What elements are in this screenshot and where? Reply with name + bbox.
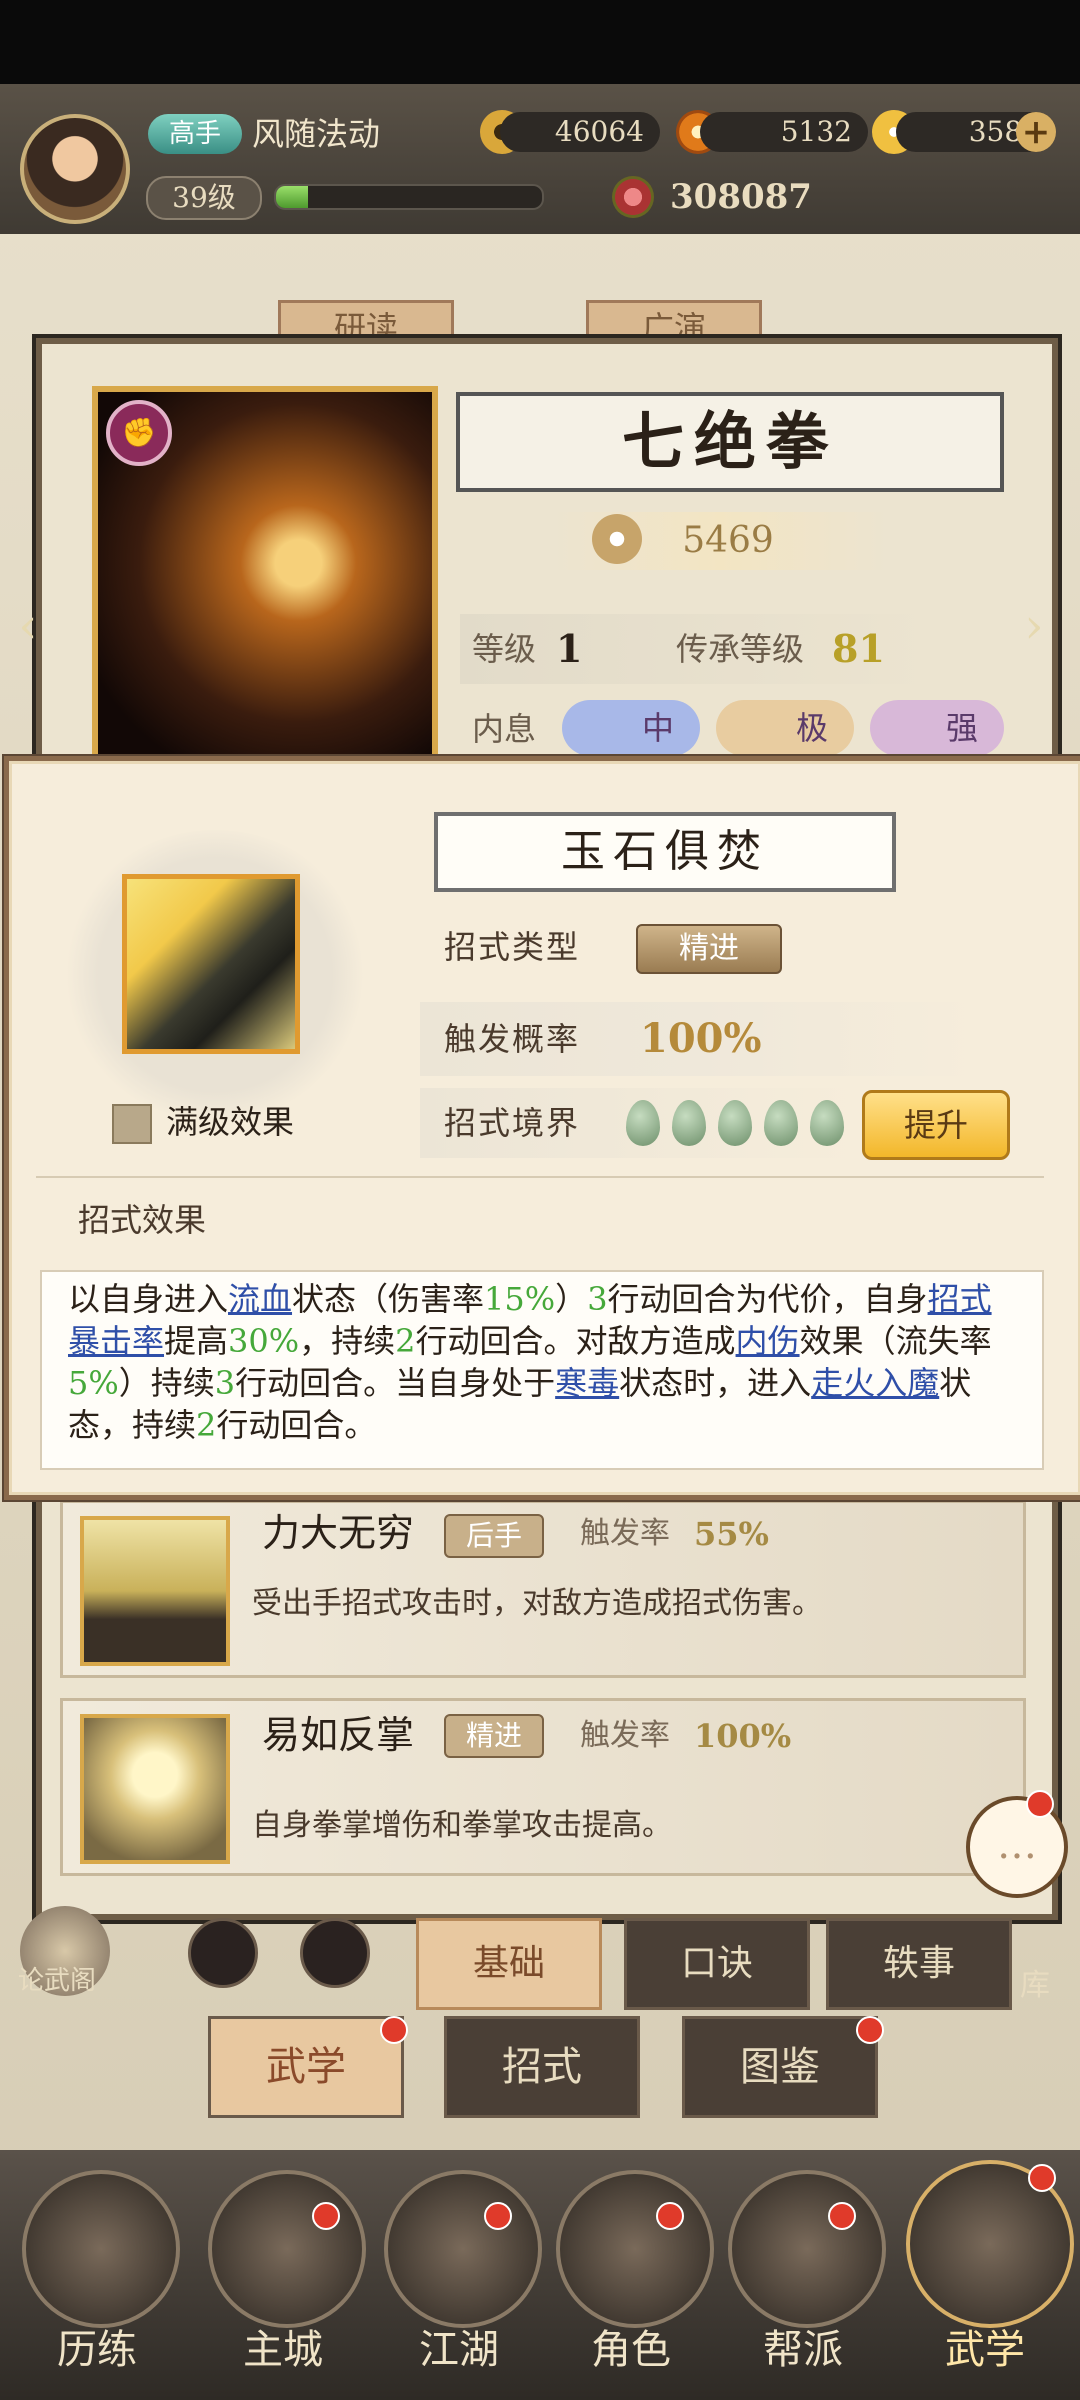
move-1-name: 力大无穷 xyxy=(262,1511,415,1555)
tab-martial-arts[interactable]: 武学 xyxy=(208,2016,404,2118)
chat-bubble-icon[interactable]: … xyxy=(966,1796,1068,1898)
skill-name: 玉石俱焚 xyxy=(434,812,896,892)
realm-drop-icon xyxy=(718,1100,752,1146)
slot-icon[interactable] xyxy=(188,1918,258,1988)
move-2-name: 易如反掌 xyxy=(262,1713,415,1757)
nav-training-label[interactable]: 历练 xyxy=(12,2322,182,2378)
nav-martial-arts-label[interactable]: 武学 xyxy=(900,2322,1070,2378)
move-2-rate: 100% xyxy=(694,1717,792,1755)
move-2-tag: 精进 xyxy=(444,1714,544,1758)
type-badge: 精进 xyxy=(636,924,782,974)
move-2-desc: 自身拳掌增伤和拳掌攻击提高。 xyxy=(252,1808,672,1843)
martial-art-name: 七绝拳 xyxy=(456,392,1004,492)
move-1-desc: 受出手招式攻击时，对敌方造成招式伤害。 xyxy=(252,1586,822,1621)
neixi-extreme-badge: 极 xyxy=(716,700,854,756)
skill-icon xyxy=(122,874,300,1054)
prev-arrow-icon[interactable]: ‹ xyxy=(8,596,48,656)
nav-guild-icon[interactable] xyxy=(728,2170,886,2328)
add-plus-icon[interactable]: + xyxy=(1016,112,1056,152)
rate-label: 触发概率 xyxy=(444,1020,581,1058)
keyword-link-internal-injury[interactable]: 内伤 xyxy=(736,1322,800,1360)
realm-drop-icon xyxy=(672,1100,706,1146)
tab-formula[interactable]: 口诀 xyxy=(624,1918,810,2010)
effect-text: 以自身进入流血状态（伤害率15%）3行动回合为代价，自身招式暴击率提高30%，持… xyxy=(68,1280,992,1444)
max-effect-checkbox[interactable] xyxy=(112,1104,152,1144)
type-label: 招式类型 xyxy=(444,928,581,966)
nav-city-icon[interactable] xyxy=(208,2170,366,2328)
tab-codex[interactable]: 图鉴 xyxy=(682,2016,878,2118)
notification-dot xyxy=(380,2016,408,2044)
gold-count: 5132 xyxy=(700,112,868,152)
notification-dot xyxy=(1028,2164,1056,2192)
notification-dot xyxy=(828,2202,856,2230)
tab-anecdote[interactable]: 轶事 xyxy=(826,1918,1012,2010)
library-label: 库 xyxy=(1020,1968,1050,2003)
xp-bar-fill xyxy=(276,186,308,208)
inherit-level-label: 传承等级 xyxy=(676,630,805,668)
notification-dot xyxy=(484,2202,512,2230)
neixi-strong-badge: 强 xyxy=(870,700,1004,756)
neixi-label: 内息 xyxy=(472,710,537,748)
avatar[interactable] xyxy=(20,114,130,224)
upgrade-button[interactable]: 提升 xyxy=(862,1090,1010,1160)
art-power-value: 5469 xyxy=(682,520,774,561)
realm-drop-icon xyxy=(626,1100,660,1146)
move-1-rate: 55% xyxy=(694,1515,769,1553)
max-effect-label[interactable]: 满级效果 xyxy=(166,1098,294,1146)
player-title: 风随法动 xyxy=(252,115,381,153)
keyword-link-bleed[interactable]: 流血 xyxy=(228,1280,292,1318)
tab-basic[interactable]: 基础 xyxy=(416,1918,602,2010)
nav-character-icon[interactable] xyxy=(556,2170,714,2328)
combat-power: 308087 xyxy=(670,177,812,217)
move-1-tag: 后手 xyxy=(444,1514,544,1558)
notification-dot xyxy=(856,2016,884,2044)
rank-badge: 高手 xyxy=(148,114,242,154)
move-1-rate-label: 触发率 xyxy=(580,1516,670,1551)
divider xyxy=(36,1176,1044,1178)
slot-icon[interactable] xyxy=(300,1918,370,1988)
chat-notification-dot xyxy=(1026,1790,1054,1818)
move-1-icon xyxy=(80,1516,230,1666)
move-2-rate-label: 触发率 xyxy=(580,1718,670,1753)
fist-type-icon: ✊ xyxy=(106,400,172,466)
realm-drop-icon xyxy=(764,1100,798,1146)
notification-dot xyxy=(656,2202,684,2230)
copper-count: 46064 xyxy=(500,112,660,152)
tab-moves[interactable]: 招式 xyxy=(444,2016,640,2118)
effect-header: 招式效果 xyxy=(78,1201,207,1239)
next-arrow-icon[interactable]: › xyxy=(1014,596,1054,656)
player-level: 39级 xyxy=(146,176,262,220)
nav-world-label[interactable]: 江湖 xyxy=(374,2322,544,2378)
realm-label: 招式境界 xyxy=(444,1104,581,1142)
inherit-level-value: 81 xyxy=(832,626,885,671)
nav-guild-label[interactable]: 帮派 xyxy=(718,2322,888,2378)
rate-value: 100% xyxy=(640,1015,762,1062)
power-icon xyxy=(612,176,654,218)
nav-training-icon[interactable] xyxy=(22,2170,180,2328)
move-2-icon xyxy=(80,1714,230,1864)
realm-drop-icon xyxy=(810,1100,844,1146)
nav-city-label[interactable]: 主城 xyxy=(198,2322,368,2378)
forum-label: 论武阁 xyxy=(18,1966,97,1996)
notification-dot xyxy=(312,2202,340,2230)
status-bar xyxy=(0,0,1080,84)
keyword-link-cold-poison[interactable]: 寒毒 xyxy=(555,1364,619,1402)
level-value: 1 xyxy=(556,626,583,671)
neixi-mid-badge: 中 xyxy=(562,700,700,756)
nav-character-label[interactable]: 角色 xyxy=(546,2322,716,2378)
level-label: 等级 xyxy=(472,630,537,668)
xp-bar xyxy=(274,184,544,210)
keyword-link-qi-deviation[interactable]: 走火入魔 xyxy=(811,1364,939,1402)
nav-world-icon[interactable] xyxy=(384,2170,542,2328)
